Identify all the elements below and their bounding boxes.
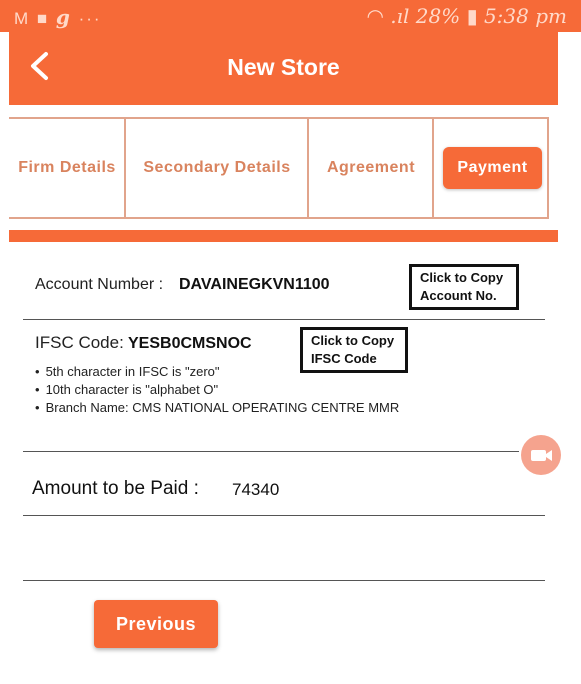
previous-button[interactable]: Previous — [94, 600, 218, 648]
copy-account-button[interactable]: Click to Copy Account No. — [409, 264, 519, 310]
tab-secondary-details[interactable]: Secondary Details — [126, 119, 308, 217]
note-item: Branch Name: CMS NATIONAL OPERATING CENT… — [35, 399, 400, 417]
copy-account-line1: Click to Copy — [420, 270, 504, 285]
clock: 5:38 pm — [483, 4, 567, 28]
note-item: 10th character is "alphabet O" — [35, 381, 399, 399]
amount-label: Amount to be Paid : — [32, 478, 199, 499]
amount-value: 74340 — [232, 480, 280, 499]
accent-bar — [9, 230, 558, 242]
ifsc-value[interactable]: YESB0CMSNOC — [128, 335, 252, 353]
battery-icon: ▮ — [466, 4, 478, 28]
tab-payment-label[interactable]: Payment — [443, 147, 542, 189]
tab-firm-details[interactable]: Firm Details — [9, 119, 125, 217]
status-right: ◠ .ıl 28% ▮ 5:38 pm — [366, 4, 567, 28]
copy-account-line2: Account No. — [420, 288, 497, 303]
ifsc-notes: 5th character in IFSC is "zero" 10th cha… — [35, 363, 400, 417]
battery-percent: 28% — [415, 4, 461, 28]
copy-ifsc-line1: Click to Copy — [311, 333, 395, 348]
account-number-label: Account Number : — [35, 276, 164, 293]
notification-icons: M ■ g ··· — [14, 5, 102, 29]
signal-icon: .ıl — [390, 4, 410, 28]
tab-agreement[interactable]: Agreement — [309, 119, 433, 217]
video-call-button[interactable] — [521, 435, 561, 475]
tab-bar: Firm Details Secondary Details Agreement… — [9, 117, 549, 219]
divider — [23, 451, 519, 452]
wifi-icon: ◠ — [366, 4, 384, 28]
account-number-value[interactable]: DAVAINEGKVN1100 — [179, 276, 330, 294]
note-item: 5th character in IFSC is "zero" — [35, 363, 399, 381]
video-camera-icon — [531, 450, 552, 461]
tab-divider — [547, 119, 549, 217]
divider — [23, 580, 545, 581]
page-title: New Store — [227, 54, 340, 80]
divider — [23, 319, 545, 320]
tab-payment[interactable]: Payment — [434, 119, 551, 217]
app-bar: New Store — [9, 32, 558, 105]
divider — [23, 515, 545, 516]
ifsc-label: IFSC Code: — [35, 333, 124, 352]
status-bar: M ■ g ··· ◠ .ıl 28% ▮ 5:38 pm — [0, 0, 581, 32]
